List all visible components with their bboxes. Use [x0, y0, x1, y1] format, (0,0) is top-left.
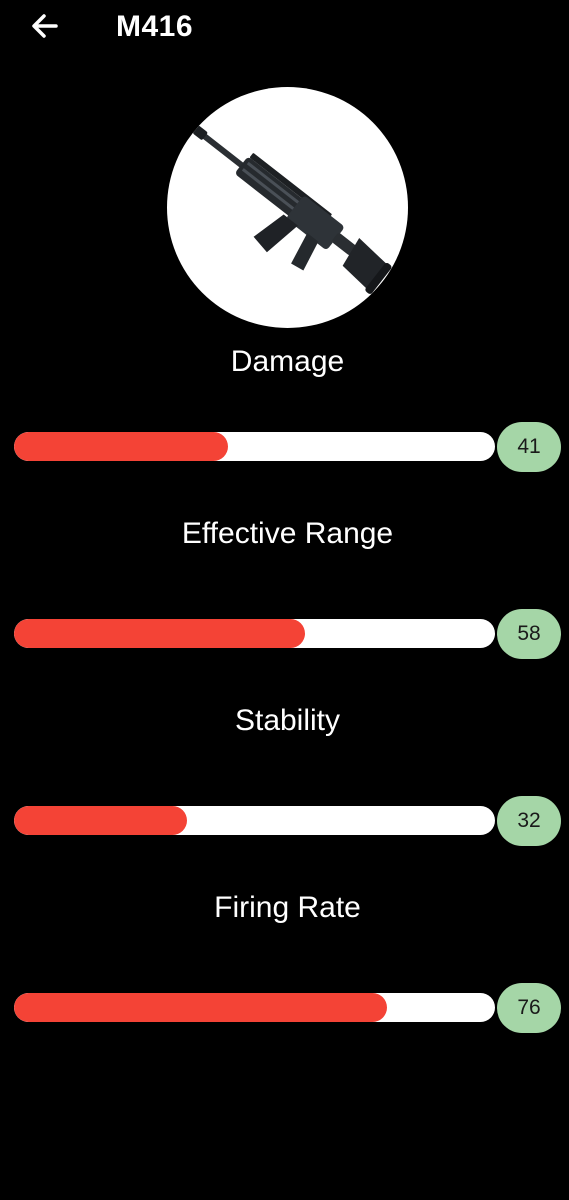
stat-bar — [14, 806, 495, 835]
stat-bar-fill — [14, 432, 229, 461]
stat-value-badge: 32 — [497, 796, 561, 846]
stat-label: Stability — [234, 704, 341, 737]
stat-bar-fill — [14, 619, 305, 648]
stat-bar — [14, 619, 495, 648]
stat-value-badge: 76 — [497, 983, 561, 1033]
stat-bar-fill — [14, 993, 387, 1022]
back-button[interactable] — [26, 8, 66, 44]
stat-label: Damage — [230, 345, 345, 378]
arrow-left-icon — [32, 14, 58, 38]
stat-value-badge: 41 — [497, 422, 561, 472]
stat-bar — [14, 432, 495, 461]
stat-label: Effective Range — [181, 517, 394, 550]
stat-bar-fill — [14, 806, 188, 835]
rifle-icon — [193, 126, 392, 294]
stat-bar — [14, 993, 495, 1022]
stat-label: Firing Rate — [214, 891, 361, 924]
weapon-image — [167, 87, 408, 328]
page-title: M416 — [116, 10, 194, 43]
app-bar: M416 — [0, 0, 569, 56]
stat-value-badge: 58 — [497, 609, 561, 659]
